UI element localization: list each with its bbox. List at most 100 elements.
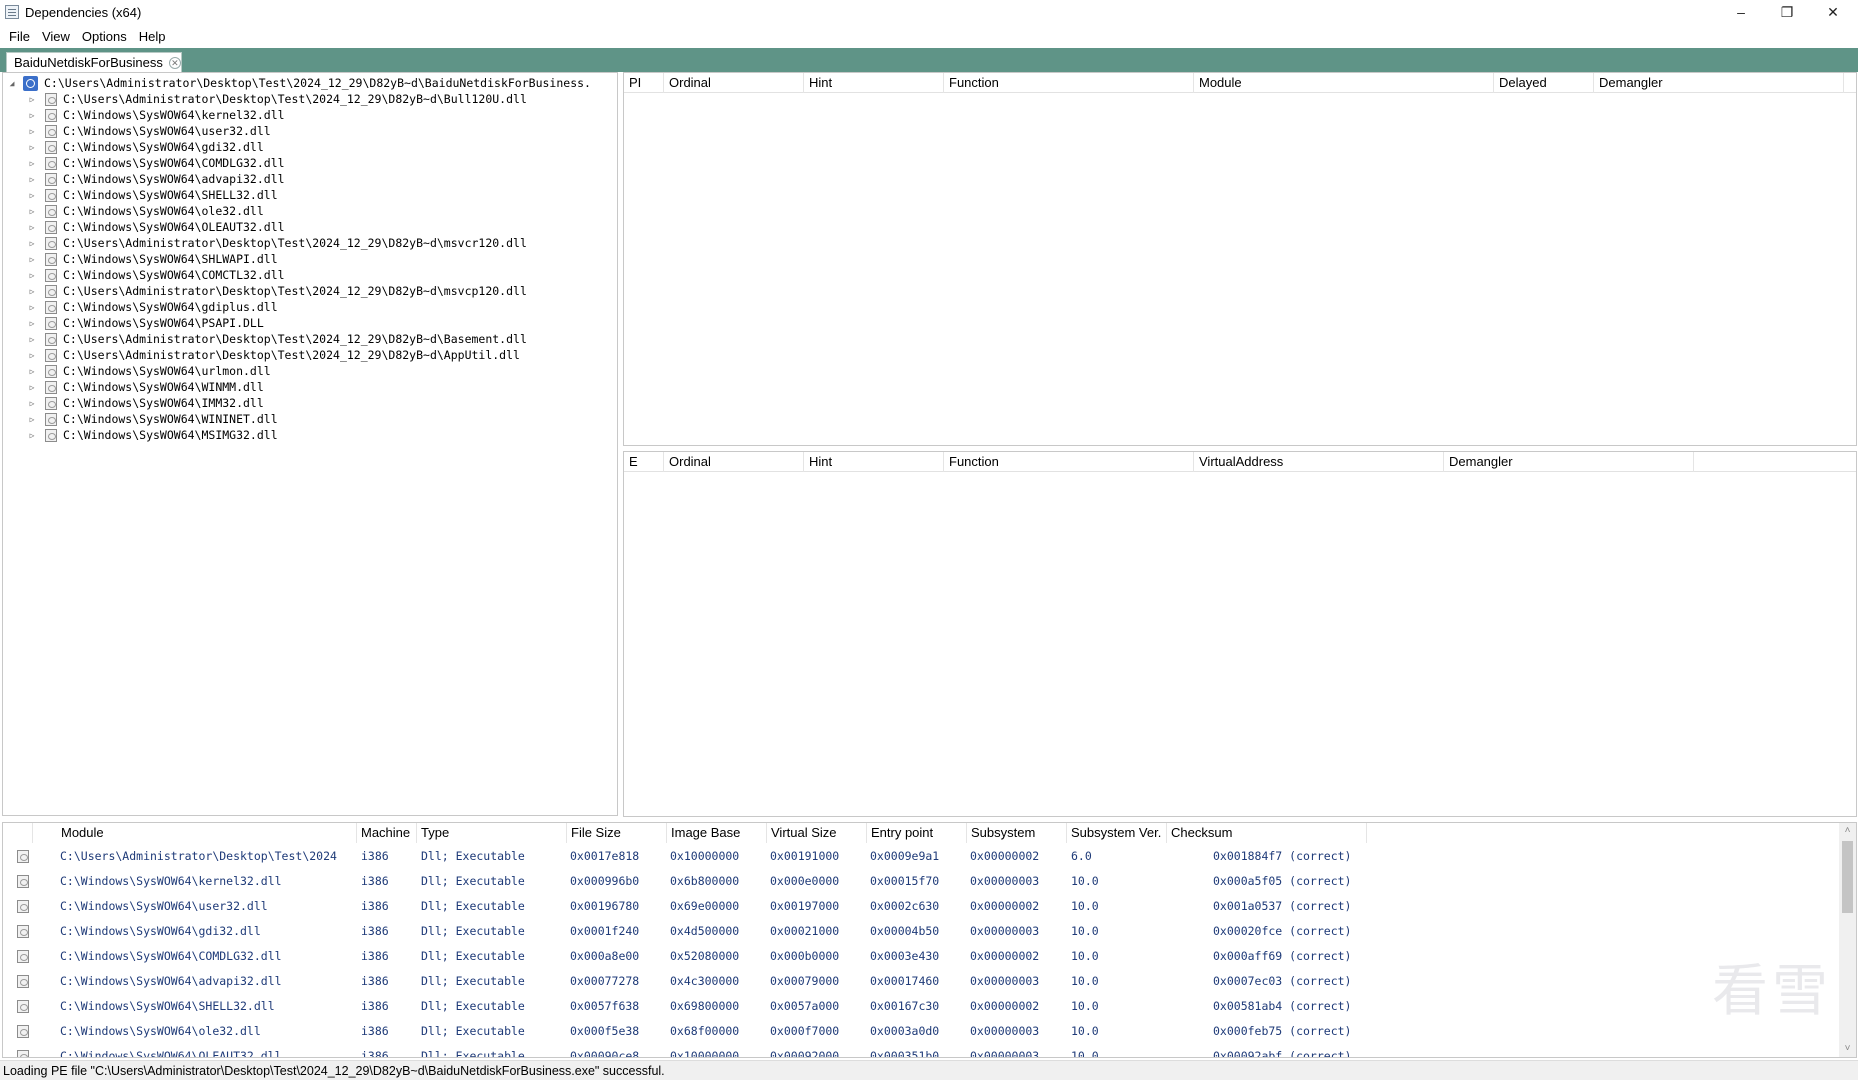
tree-item[interactable]: ▷ C:\Windows\SysWOW64\urlmon.dll [27,363,271,379]
expand-icon[interactable]: ▷ [27,271,37,280]
cell-file-size: 0x0001f240 [570,924,640,938]
tab-close-icon[interactable]: ✕ [168,56,181,69]
expand-icon[interactable]: ▷ [27,383,37,392]
table-row[interactable]: C:\Windows\SysWOW64\OLEAUT32.dll i386 Dll;… [3,1044,1833,1057]
tree-item[interactable]: ▷ C:\Windows\SysWOW64\advapi32.dll [27,171,285,187]
expand-icon[interactable]: ▷ [27,111,37,120]
tree-root[interactable]: ◢ C:\Users\Administrator\Desktop\Test\20… [7,75,591,91]
col-function[interactable]: Function [944,452,1194,472]
expand-icon[interactable]: ▷ [27,191,37,200]
menu-options[interactable]: Options [76,29,133,44]
col-file-size[interactable]: File Size [567,823,667,843]
col-function[interactable]: Function [944,73,1194,93]
expand-icon[interactable]: ▷ [27,255,37,264]
expand-icon[interactable]: ▷ [27,415,37,424]
expand-icon[interactable]: ▷ [27,367,37,376]
menu-view[interactable]: View [36,29,76,44]
tree-item[interactable]: ▷ C:\Windows\SysWOW64\gdi32.dll [27,139,264,155]
expand-icon[interactable]: ▷ [27,239,37,248]
table-row[interactable]: C:\Windows\SysWOW64\COMDLG32.dll i386 Dll;… [3,944,1833,969]
tree-item[interactable]: ▷ C:\Windows\SysWOW64\OLEAUT32.dll [27,219,285,235]
dependency-tree[interactable]: ◢ C:\Users\Administrator\Desktop\Test\20… [2,72,618,816]
tree-item[interactable]: ▷ C:\Windows\SysWOW64\IMM32.dll [27,395,264,411]
col-ordinal[interactable]: Ordinal [664,73,804,93]
scroll-down-icon[interactable]: ˅ [1839,1041,1856,1057]
expand-icon[interactable]: ▷ [27,335,37,344]
expand-icon[interactable]: ▷ [27,399,37,408]
tree-item[interactable]: ▷ C:\Users\Administrator\Desktop\Test\202… [27,283,527,299]
col-module[interactable]: Module [1194,73,1494,93]
col-image-base[interactable]: Image Base [667,823,767,843]
tree-item[interactable]: ▷ C:\Users\Administrator\Desktop\Test\202… [27,347,520,363]
restore-button[interactable]: ❐ [1764,0,1810,24]
expand-icon[interactable]: ▷ [27,319,37,328]
expand-icon[interactable]: ▷ [27,143,37,152]
tree-item[interactable]: ▷ C:\Windows\SysWOW64\SHELL32.dll [27,187,278,203]
tree-item[interactable]: ▷ C:\Windows\SysWOW64\WINMM.dll [27,379,264,395]
col-entry-point[interactable]: Entry point [867,823,967,843]
expand-icon[interactable]: ▷ [27,95,37,104]
tree-item[interactable]: ▷ C:\Windows\SysWOW64\user32.dll [27,123,271,139]
col-subsystem[interactable]: Subsystem [967,823,1067,843]
col-type[interactable]: Type [417,823,567,843]
col-ordinal[interactable]: Ordinal [664,452,804,472]
tree-item[interactable]: ▷ C:\Users\Administrator\Desktop\Test\202… [27,235,527,251]
tree-item[interactable]: ▷ C:\Users\Administrator\Desktop\Test\202… [27,91,527,107]
tree-item[interactable]: ▷ C:\Windows\SysWOW64\PSAPI.DLL [27,315,264,331]
expand-icon[interactable]: ▷ [27,207,37,216]
menu-help[interactable]: Help [133,29,172,44]
col-hint[interactable]: Hint [804,452,944,472]
cell-checksum: 0x00020fce (correct) [1213,924,1352,938]
collapse-icon[interactable]: ◢ [7,79,17,88]
tree-item[interactable]: ▷ C:\Windows\SysWOW64\WININET.dll [27,411,278,427]
table-row[interactable]: C:\Windows\SysWOW64\gdi32.dll i386 Dll; Ex… [3,919,1833,944]
table-row[interactable]: C:\Windows\SysWOW64\SHELL32.dll i386 Dll; … [3,994,1833,1019]
tree-item[interactable]: ▷ C:\Users\Administrator\Desktop\Test\202… [27,331,527,347]
menu-file[interactable]: File [3,29,36,44]
col-virtual-address[interactable]: VirtualAddress [1194,452,1444,472]
tree-item[interactable]: ▷ C:\Windows\SysWOW64\SHLWAPI.dll [27,251,278,267]
scroll-thumb[interactable] [1842,841,1853,913]
tree-item[interactable]: ▷ C:\Windows\SysWOW64\COMCTL32.dll [27,267,285,283]
table-row[interactable]: C:\Windows\SysWOW64\ole32.dll i386 Dll; Ex… [3,1019,1833,1044]
expand-icon[interactable]: ▷ [27,351,37,360]
expand-icon[interactable]: ▷ [27,223,37,232]
minimize-button[interactable]: – [1718,0,1764,24]
tree-item[interactable]: ▷ C:\Windows\SysWOW64\ole32.dll [27,203,264,219]
col-pi[interactable]: PI [624,73,664,93]
col-demangler[interactable]: Demangler [1594,73,1844,93]
tree-item[interactable]: ▷ C:\Windows\SysWOW64\MSIMG32.dll [27,427,278,443]
exports-grid[interactable]: E Ordinal Hint Function VirtualAddress D… [623,451,1857,817]
tab-baidunetdisk[interactable]: BaiduNetdiskForBusiness ✕ [6,52,182,72]
tree-item-label: C:\Users\Administrator\Desktop\Test\2024… [63,348,520,362]
close-button[interactable]: ✕ [1810,0,1856,24]
imports-grid[interactable]: PI Ordinal Hint Function Module Delayed … [623,72,1857,446]
col-machine[interactable]: Machine [357,823,417,843]
col-delayed[interactable]: Delayed [1494,73,1594,93]
module-list[interactable]: Module Machine Type File Size Image Base… [2,822,1857,1058]
cell-virtual-size: 0x00197000 [770,899,840,913]
expand-icon[interactable]: ▷ [27,303,37,312]
tree-item[interactable]: ▷ C:\Windows\SysWOW64\kernel32.dll [27,107,285,123]
module-vertical-scrollbar[interactable]: ˄ ˅ [1839,823,1856,1057]
col-module[interactable]: Module [57,823,357,843]
tree-item[interactable]: ▷ C:\Windows\SysWOW64\gdiplus.dll [27,299,278,315]
col-hint[interactable]: Hint [804,73,944,93]
expand-icon[interactable]: ▷ [27,431,37,440]
table-row[interactable]: C:\Users\Administrator\Desktop\Test\2024… [3,844,1833,869]
col-demangler[interactable]: Demangler [1444,452,1694,472]
expand-icon[interactable]: ▷ [27,175,37,184]
expand-icon[interactable]: ▷ [27,287,37,296]
scroll-up-icon[interactable]: ˄ [1839,823,1856,839]
expand-icon[interactable]: ▷ [27,127,37,136]
table-row[interactable]: C:\Windows\SysWOW64\advapi32.dll i386 Dll;… [3,969,1833,994]
tree-item[interactable]: ▷ C:\Windows\SysWOW64\COMDLG32.dll [27,155,285,171]
col-subsystem-ver[interactable]: Subsystem Ver. [1067,823,1167,843]
col-checksum[interactable]: Checksum [1167,823,1367,843]
cell-subsystem: 0x00000002 [970,949,1040,963]
table-row[interactable]: C:\Windows\SysWOW64\kernel32.dll i386 Dll;… [3,869,1833,894]
table-row[interactable]: C:\Windows\SysWOW64\user32.dll i386 Dll; E… [3,894,1833,919]
col-e[interactable]: E [624,452,664,472]
expand-icon[interactable]: ▷ [27,159,37,168]
col-virtual-size[interactable]: Virtual Size [767,823,867,843]
